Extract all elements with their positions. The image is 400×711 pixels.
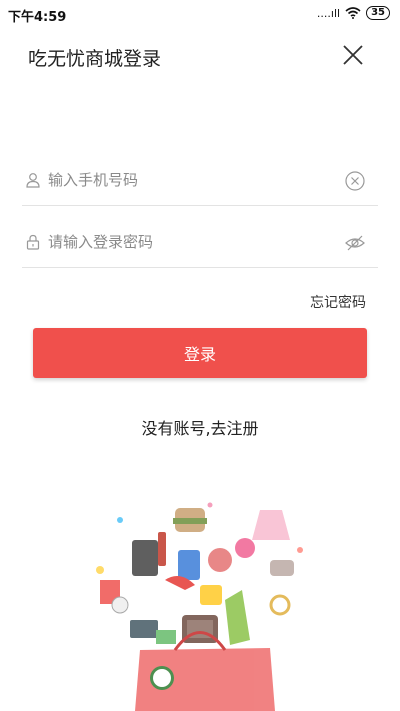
wifi-icon: [345, 7, 361, 19]
status-bar: 下午4:59 ....ıll 35: [0, 0, 400, 30]
forgot-password-link[interactable]: 忘记密码: [310, 292, 366, 312]
shopping-bag-illustration: [96, 502, 303, 711]
user-icon: [26, 173, 40, 188]
battery-icon: 35: [366, 6, 390, 20]
clear-icon[interactable]: [344, 170, 366, 192]
lock-icon: [26, 234, 40, 250]
eye-hidden-icon[interactable]: [344, 232, 366, 254]
password-field: [22, 217, 378, 268]
password-input[interactable]: [48, 229, 338, 255]
status-icons: ....ıll 35: [317, 6, 390, 20]
close-icon[interactable]: [340, 42, 366, 68]
page-title: 吃无忧商城登录: [28, 48, 162, 70]
phone-field: [22, 155, 378, 206]
register-link[interactable]: 没有账号,去注册: [0, 415, 400, 439]
signal-icon: ....ıll: [316, 6, 341, 20]
phone-input[interactable]: [48, 167, 338, 193]
status-time: 下午4:59: [8, 10, 67, 25]
login-button[interactable]: 登录: [33, 328, 367, 378]
